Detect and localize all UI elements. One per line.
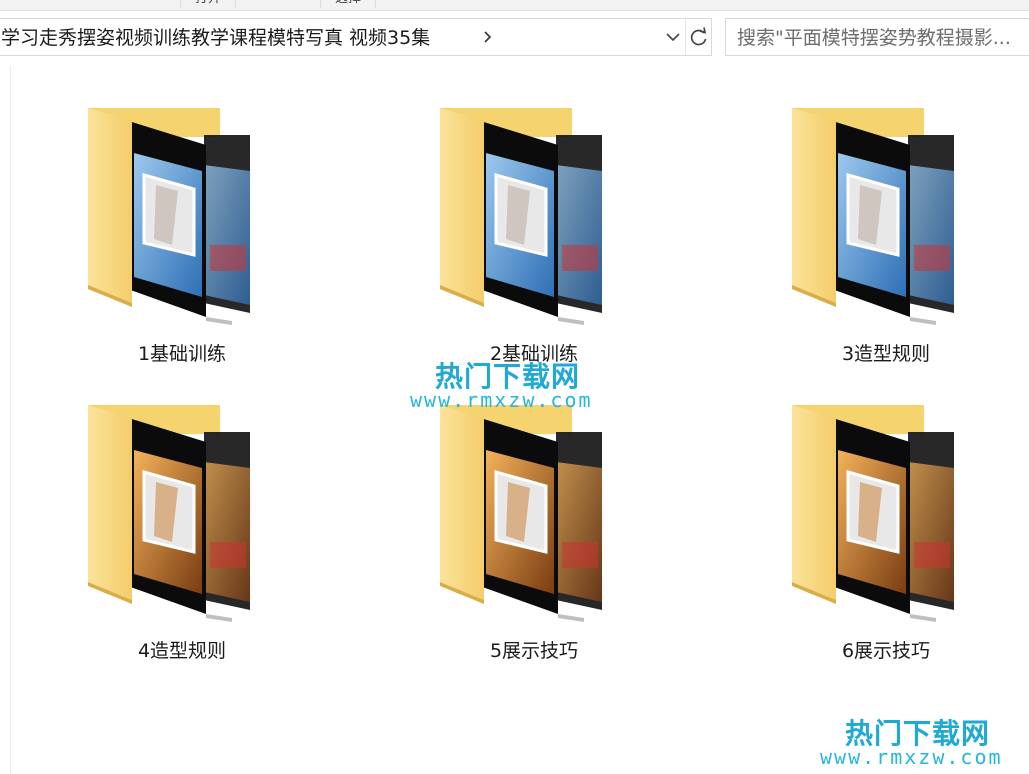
- ribbon-tab-select[interactable]: 选择: [320, 0, 377, 8]
- address-bar[interactable]: 学习走秀摆姿视频训练教学课程模特写真 视频35集: [0, 18, 712, 56]
- chevron-down-icon[interactable]: [662, 19, 684, 55]
- folder-name[interactable]: 4造型规则: [82, 636, 282, 663]
- folder-icon: [88, 108, 250, 325]
- ribbon-strip: 打开 选择: [0, 0, 1029, 11]
- folder-item[interactable]: 1基础训练: [82, 105, 282, 365]
- breadcrumb-current-folder[interactable]: 学习走秀摆姿视频训练教学课程模特写真 视频35集: [1, 19, 430, 55]
- folder-name[interactable]: 6展示技巧: [786, 636, 986, 663]
- watermark-2-url-wrap: www.rmxzw.com: [820, 745, 1003, 769]
- watermark-1-url-wrap: www.rmxzw.com: [410, 388, 593, 412]
- folder-icon: [792, 405, 954, 622]
- navigation-pane-edge: [0, 66, 11, 774]
- folder-item[interactable]: 5展示技巧: [434, 402, 634, 662]
- breadcrumb-chevron-icon[interactable]: [481, 19, 495, 55]
- search-input[interactable]: 搜索"平面模特摆姿势教程摄影...: [725, 18, 1029, 56]
- folder-item[interactable]: 6展示技巧: [786, 402, 986, 662]
- ribbon-tab-open[interactable]: 打开: [180, 0, 237, 8]
- folder-icon: [88, 405, 250, 622]
- folder-item[interactable]: 3造型规则: [786, 105, 986, 365]
- search-placeholder: 搜索"平面模特摆姿势教程摄影...: [737, 27, 1011, 49]
- folder-name[interactable]: 3造型规则: [786, 339, 986, 366]
- folder-icon: [440, 108, 602, 325]
- refresh-icon[interactable]: [685, 19, 712, 55]
- folder-icon: [440, 405, 602, 622]
- folder-icon: [792, 108, 954, 325]
- folder-item[interactable]: 2基础训练: [434, 105, 634, 365]
- folder-item[interactable]: 4造型规则: [82, 402, 282, 662]
- folder-name[interactable]: 5展示技巧: [434, 636, 634, 663]
- folder-name[interactable]: 1基础训练: [82, 339, 282, 366]
- watermark-url: www.rmxzw.com: [410, 388, 593, 412]
- watermark-url: www.rmxzw.com: [820, 745, 1003, 769]
